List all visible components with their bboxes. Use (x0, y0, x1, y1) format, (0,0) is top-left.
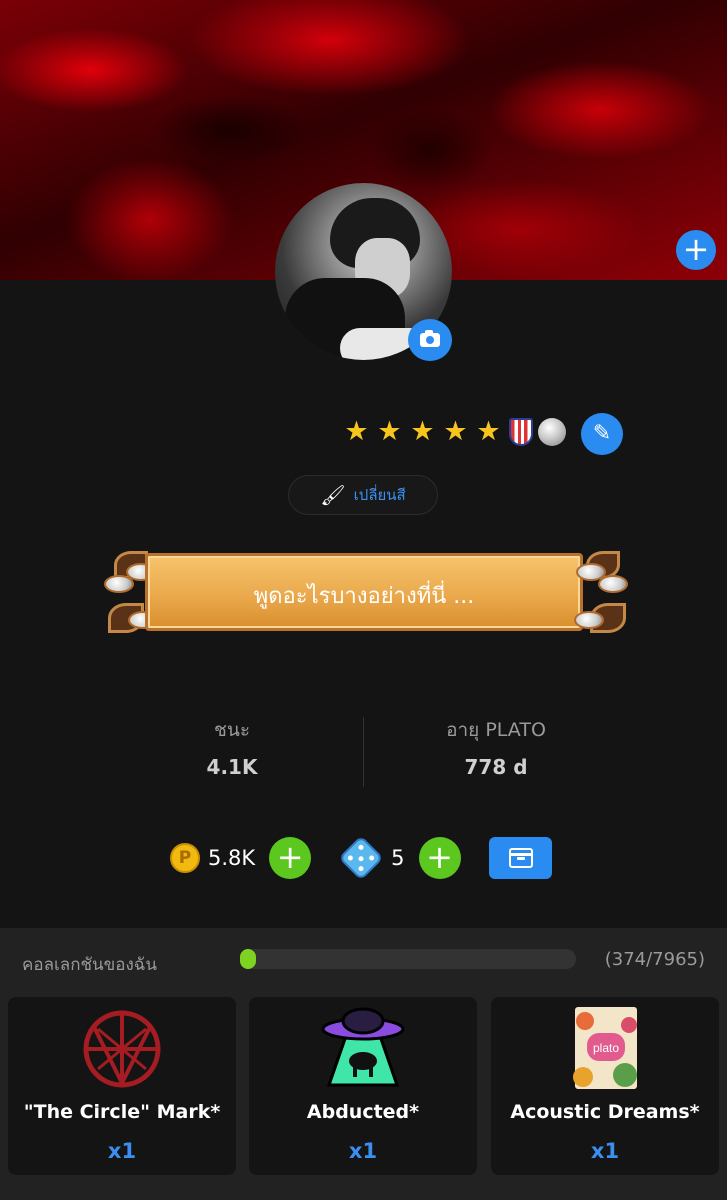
coin-icon: P (170, 843, 200, 873)
star-icon: ★ (344, 416, 369, 447)
star-icon: ★ (377, 416, 402, 447)
stat-plato-age: อายุ PLATO 778 d (364, 715, 628, 779)
star-icon: ★ (443, 416, 468, 447)
acoustic-dreams-card-icon: plato (573, 1007, 637, 1089)
stat-label: ชนะ (213, 719, 251, 741)
star-icon: ★ (410, 416, 435, 447)
change-color-button[interactable]: 🖌 เปลี่ยนสี (288, 475, 438, 515)
stat-value: 778 d (464, 755, 528, 779)
add-dice-button[interactable]: + (418, 837, 461, 879)
star-icon: ★ (476, 416, 501, 447)
camera-icon[interactable] (408, 319, 452, 361)
collection-item-name: Acoustic Dreams* (510, 1101, 700, 1123)
wallet-row: P 5.8K + 5 + (170, 835, 552, 881)
collection-item-card[interactable]: "The Circle" Mark* x1 (8, 997, 236, 1175)
coin-amount: 5.8K (208, 846, 256, 870)
stat-value: 4.1K (206, 755, 258, 779)
add-coins-button[interactable]: + (269, 837, 312, 879)
shield-badge-icon (509, 418, 533, 446)
collection-item-qty: x1 (348, 1139, 378, 1163)
collection-item-qty: x1 (590, 1139, 620, 1163)
diamond-badge-icon (538, 418, 566, 446)
status-message-frame[interactable]: พูดอะไรบางอย่างที่นี่ ... (100, 545, 628, 640)
dice-icon (338, 835, 384, 881)
collection-count: (374/7965) (604, 949, 705, 970)
collection-item-qty: x1 (107, 1139, 137, 1163)
inventory-box-button[interactable] (488, 837, 552, 879)
collection-progress-bar (240, 949, 576, 969)
dice-amount: 5 (391, 846, 405, 870)
profile-stats: ชนะ 4.1K อายุ PLATO 778 d (100, 715, 628, 790)
edit-pencil-icon[interactable]: ✎ (581, 413, 623, 455)
stat-label: อายุ PLATO (446, 719, 546, 741)
collection-item-card[interactable]: Abducted* x1 (249, 997, 477, 1175)
change-color-label: เปลี่ยนสี (353, 486, 406, 504)
my-collection-section: คอลเลกชันของฉัน (374/7965) "The Circle" … (0, 928, 727, 1200)
stat-wins: ชนะ 4.1K (100, 715, 364, 779)
status-placeholder: พูดอะไรบางอย่างที่นี่ ... (253, 584, 475, 609)
collection-item-name: "The Circle" Mark* (23, 1101, 221, 1123)
badge-row: ★ ★ ★ ★ ★ (340, 415, 566, 449)
status-input[interactable]: พูดอะไรบางอย่างที่นี่ ... (145, 553, 583, 631)
plato-logo-text: plato (593, 1041, 619, 1055)
ufo-abduction-icon (321, 1007, 405, 1087)
paintbrush-icon: 🖌 (320, 483, 346, 507)
ornament-right-icon (568, 545, 628, 640)
collection-title: คอลเลกชันของฉัน (22, 955, 158, 975)
pentagram-circle-icon (83, 1010, 161, 1088)
collection-item-card[interactable]: plato Acoustic Dreams* x1 (491, 997, 719, 1175)
collection-item-name: Abducted* (306, 1101, 420, 1123)
collection-progress-fill (240, 949, 256, 969)
add-cover-button[interactable]: + (676, 230, 716, 270)
